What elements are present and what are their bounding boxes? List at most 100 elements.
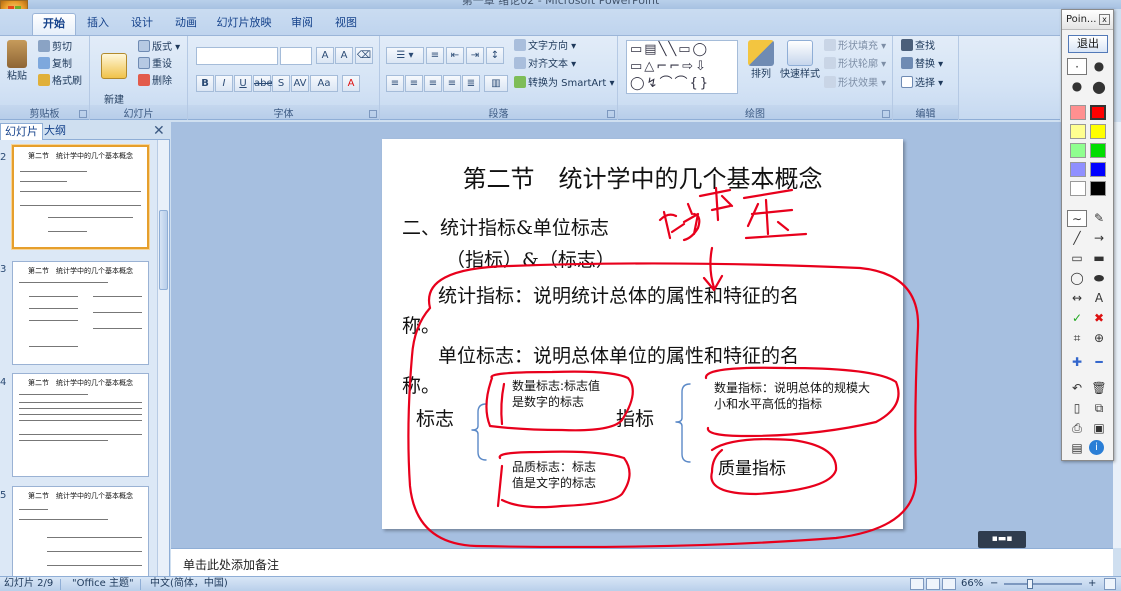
zoom-slider-thumb[interactable] (1027, 579, 1033, 589)
shape-effects-button[interactable]: 形状效果 ▾ (824, 76, 886, 91)
tab-animation[interactable]: 动画 (168, 13, 204, 35)
align-right-button[interactable]: ≡ (424, 75, 442, 92)
increase-indent-button[interactable]: ⇥ (466, 47, 484, 64)
copy-button[interactable]: 复制 (38, 57, 72, 72)
numbering-button[interactable]: ≡ (426, 47, 444, 64)
normal-view-icon[interactable] (910, 578, 924, 590)
decrease-indent-button[interactable]: ⇤ (446, 47, 464, 64)
color-swatch-red[interactable] (1090, 105, 1106, 120)
crop-icon[interactable]: ⌗ (1067, 330, 1087, 347)
notes-pane[interactable]: 单击此处添加备注 (171, 548, 1113, 576)
minus-icon[interactable]: ━ (1089, 354, 1109, 371)
double-arrow-icon[interactable]: ↔ (1067, 290, 1087, 307)
undo-icon[interactable]: ↶ (1067, 380, 1087, 397)
color-swatch-green[interactable] (1090, 143, 1106, 158)
line-spacing-button[interactable]: ↕ (486, 47, 504, 64)
align-left-button[interactable]: ≡ (386, 75, 404, 92)
color-swatch-pink[interactable] (1070, 105, 1086, 120)
pen-dot-icon[interactable]: ● (1089, 58, 1109, 75)
layout-button[interactable]: 版式 ▾ (138, 40, 180, 55)
bold-button[interactable]: B (196, 75, 214, 92)
tab-slides-pane[interactable]: 幻灯片 (0, 123, 43, 140)
shape-fill-button[interactable]: 形状填充 ▾ (824, 39, 886, 54)
slide-thumbnail-3[interactable]: 第二节 统计学中的几个基本概念 (12, 261, 149, 365)
color-swatch-light-yellow[interactable] (1070, 124, 1086, 139)
slide-nav-control[interactable]: ▪▬▪ (978, 531, 1026, 548)
shapes-gallery[interactable]: ▭▤╲╲▭◯ ▭△⌐⌐⇨⇩ ◯↯⌒⌒{} (626, 40, 738, 94)
distributed-button[interactable]: ≣ (462, 75, 480, 92)
color-swatch-light-green[interactable] (1070, 143, 1086, 158)
strikethrough-button[interactable]: abe (253, 75, 273, 92)
clipboard-launcher[interactable] (79, 110, 87, 118)
scroll-thumb[interactable] (159, 210, 168, 290)
text-direction-button[interactable]: 文字方向 ▾ (514, 39, 576, 54)
zoom-slider[interactable] (1004, 583, 1082, 585)
slide-thumbnail-2[interactable]: 第二节 统计学中的几个基本概念 (12, 145, 149, 249)
reset-button[interactable]: 重设 (138, 57, 172, 72)
eraser-icon[interactable]: ✎ (1089, 210, 1109, 227)
pen-toolbar-close-icon[interactable]: x (1099, 14, 1110, 25)
justify-button[interactable]: ≡ (443, 75, 461, 92)
font-size-combo[interactable] (280, 47, 312, 65)
pen-medium-icon[interactable]: ● (1067, 78, 1087, 95)
print-icon[interactable]: ⎙ (1067, 420, 1087, 437)
shape-outline-button[interactable]: 形状轮廓 ▾ (824, 57, 886, 72)
select-button[interactable]: 选择 ▾ (901, 76, 943, 91)
align-center-button[interactable]: ≡ (405, 75, 423, 92)
thumbnail-scrollbar[interactable] (157, 140, 169, 576)
copy-page-icon[interactable]: ⧉ (1089, 400, 1109, 417)
pointer-dot-icon[interactable]: · (1067, 58, 1087, 75)
sorter-view-icon[interactable] (926, 578, 940, 590)
zoom-level[interactable]: 66% (961, 577, 983, 591)
slide-thumbnail-5[interactable]: 第二节 统计学中的几个基本概念 (12, 486, 149, 576)
find-button[interactable]: 查找 (901, 39, 935, 54)
ellipse-tool-icon[interactable]: ◯ (1067, 270, 1087, 287)
plus-icon[interactable]: ✚ (1067, 354, 1087, 371)
columns-button[interactable]: ▥ (484, 75, 508, 92)
shrink-font-button[interactable]: A (335, 47, 353, 64)
editor-scrollbar[interactable] (1113, 122, 1121, 548)
tab-review[interactable]: 审阅 (284, 13, 320, 35)
line-tool-icon[interactable]: ╱ (1067, 230, 1087, 247)
paragraph-launcher[interactable] (607, 110, 615, 118)
format-painter-button[interactable]: 格式刷 (38, 74, 82, 89)
text-tool-icon[interactable]: A (1089, 290, 1109, 307)
new-page-icon[interactable]: ▯ (1067, 400, 1087, 417)
font-color-button[interactable]: A (342, 75, 360, 92)
smartart-button[interactable]: 转换为 SmartArt ▾ (514, 76, 615, 91)
drawing-launcher[interactable] (882, 110, 890, 118)
delete-slide-button[interactable]: 删除 (138, 74, 172, 89)
tab-insert[interactable]: 插入 (80, 13, 116, 35)
font-launcher[interactable] (369, 110, 377, 118)
replace-button[interactable]: 替换 ▾ (901, 57, 943, 72)
image-icon[interactable]: ▤ (1067, 440, 1087, 457)
color-swatch-white[interactable] (1070, 181, 1086, 196)
change-case-button[interactable]: Aa (310, 75, 338, 92)
pen-large-icon[interactable]: ● (1089, 78, 1109, 95)
clear-format-icon[interactable]: ⌫ (355, 47, 373, 64)
tab-view[interactable]: 视图 (328, 13, 364, 35)
trash-icon[interactable]: 🗑 (1089, 380, 1109, 397)
tab-home[interactable]: 开始 (32, 13, 76, 35)
grow-font-button[interactable]: A (316, 47, 334, 64)
tab-outline-pane[interactable]: 大纲 (40, 123, 70, 140)
arrow-tool-icon[interactable]: → (1089, 230, 1109, 247)
bullets-button[interactable]: ☰ ▾ (386, 47, 424, 64)
slide-thumbnail-4[interactable]: 第二节 统计学中的几个基本概念 (12, 373, 149, 477)
slideshow-view-icon[interactable] (942, 578, 956, 590)
char-spacing-button[interactable]: AV (291, 75, 309, 92)
close-icon[interactable]: ✕ (153, 123, 165, 139)
exit-button[interactable]: 退出 (1068, 35, 1108, 53)
italic-button[interactable]: I (215, 75, 233, 92)
color-swatch-blue[interactable] (1090, 162, 1106, 177)
underline-button[interactable]: U (234, 75, 252, 92)
cross-icon[interactable]: ✖ (1089, 310, 1109, 327)
filled-ellipse-icon[interactable]: ⬬ (1089, 270, 1109, 287)
freehand-pen-icon[interactable]: ∼ (1067, 210, 1087, 227)
zoom-tool-icon[interactable]: ⊕ (1089, 330, 1109, 347)
align-text-button[interactable]: 对齐文本 ▾ (514, 57, 576, 72)
color-swatch-yellow[interactable] (1090, 124, 1106, 139)
check-icon[interactable]: ✓ (1067, 310, 1087, 327)
language[interactable]: 中文(简体，中国) (150, 577, 228, 591)
info-icon[interactable]: i (1089, 440, 1104, 455)
